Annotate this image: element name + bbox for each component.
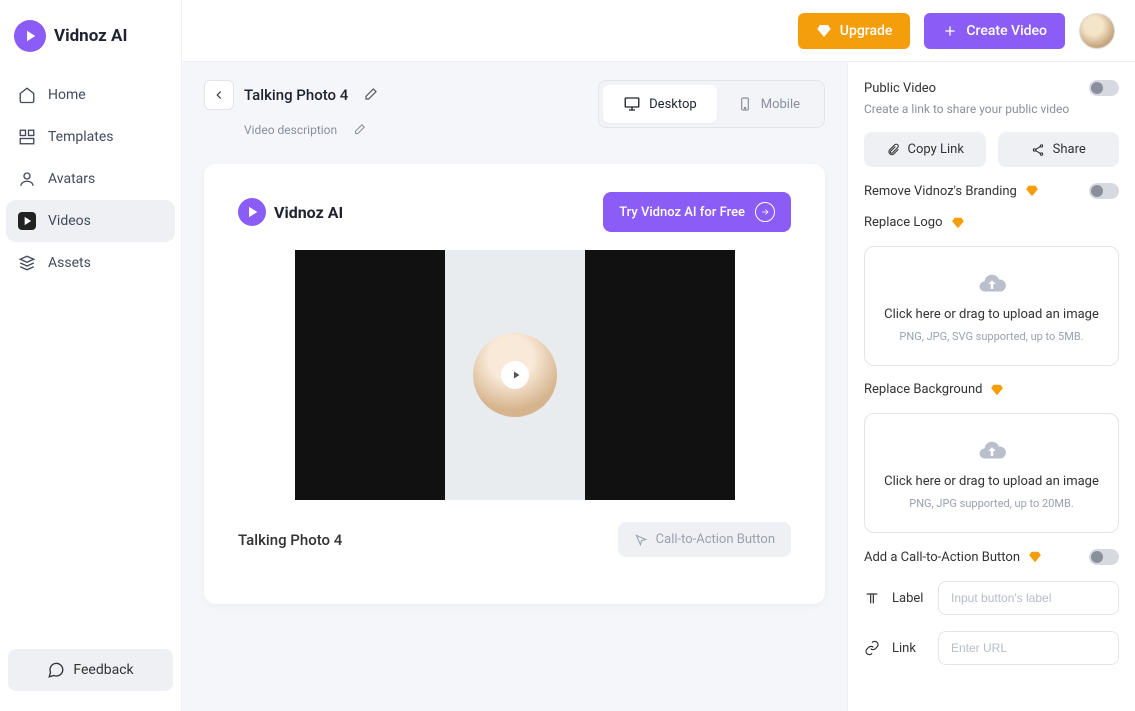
brand-logo[interactable]: Vidnoz AI	[0, 14, 181, 74]
view-mobile-tab[interactable]: Mobile	[717, 85, 820, 123]
share-button[interactable]: Share	[998, 132, 1120, 167]
nav-label: Home	[48, 87, 86, 103]
add-cta-label: Add a Call-to-Action Button	[864, 550, 1020, 565]
brand-name: Vidnoz AI	[54, 26, 127, 46]
add-cta-toggle[interactable]	[1089, 549, 1119, 565]
arrow-right-icon	[755, 202, 775, 222]
feedback-icon	[47, 661, 65, 679]
premium-gem-icon	[1025, 184, 1039, 198]
try-free-button[interactable]: Try Vidnoz AI for Free	[603, 192, 791, 232]
mobile-icon	[737, 96, 753, 112]
public-video-label: Public Video	[864, 81, 936, 96]
back-button[interactable]	[204, 80, 234, 110]
nav-videos[interactable]: Videos	[6, 200, 175, 242]
create-video-button[interactable]: Create Video	[924, 13, 1065, 49]
premium-gem-icon	[951, 216, 965, 230]
cloud-upload-icon	[972, 436, 1012, 466]
replace-logo-label: Replace Logo	[864, 215, 943, 230]
attach-icon	[886, 143, 900, 157]
try-free-label: Try Vidnoz AI for Free	[619, 205, 745, 220]
plus-icon	[942, 23, 958, 39]
edit-description-button[interactable]	[347, 118, 371, 142]
templates-icon	[18, 128, 36, 146]
text-icon	[864, 590, 880, 606]
brand-name: Vidnoz AI	[274, 203, 343, 222]
nav-avatars[interactable]: Avatars	[0, 158, 181, 200]
preview-brand: Vidnoz AI	[238, 198, 343, 226]
user-avatar[interactable]	[1079, 13, 1115, 49]
cta-button-disabled: Call-to-Action Button	[618, 522, 791, 557]
feedback-button[interactable]: Feedback	[8, 649, 173, 691]
upload-logo-text: Click here or drag to upload an image	[884, 307, 1099, 322]
cta-label-field-row: Label	[864, 581, 1119, 615]
upload-bg-sub: PNG, JPG supported, up to 20MB.	[909, 497, 1073, 510]
assets-icon	[18, 254, 36, 272]
nav-templates[interactable]: Templates	[0, 116, 181, 158]
nav-assets[interactable]: Assets	[0, 242, 181, 284]
topbar: Upgrade Create Video	[182, 0, 1135, 62]
upgrade-button[interactable]: Upgrade	[798, 13, 911, 49]
public-video-sub: Create a link to share your public video	[864, 102, 1119, 116]
upgrade-label: Upgrade	[840, 23, 893, 39]
nav-label: Assets	[48, 255, 91, 271]
upload-bg-dropzone[interactable]: Click here or drag to upload an image PN…	[864, 413, 1119, 533]
view-desktop-tab[interactable]: Desktop	[603, 85, 717, 123]
nav-label: Videos	[48, 213, 91, 229]
share-label: Share	[1053, 142, 1086, 157]
nav-label: Templates	[48, 129, 114, 145]
preview-canvas: Vidnoz AI Try Vidnoz AI for Free	[204, 164, 825, 604]
upload-logo-sub: PNG, JPG, SVG supported, up to 5MB.	[899, 330, 1083, 343]
replace-bg-label: Replace Background	[864, 382, 982, 397]
share-icon	[1031, 143, 1045, 157]
copy-link-button[interactable]: Copy Link	[864, 132, 986, 167]
home-icon	[18, 86, 36, 104]
cta-label-input[interactable]	[938, 581, 1119, 615]
edit-title-button[interactable]	[358, 83, 382, 107]
videos-icon	[18, 212, 36, 230]
copy-link-label: Copy Link	[908, 142, 964, 157]
cloud-upload-icon	[972, 269, 1012, 299]
public-video-toggle[interactable]	[1089, 80, 1119, 96]
brand-mark-icon	[238, 198, 266, 226]
video-description: Video description	[244, 123, 337, 137]
avatar-thumbnail	[473, 333, 557, 417]
remove-branding-toggle[interactable]	[1089, 183, 1119, 199]
upload-logo-dropzone[interactable]: Click here or drag to upload an image PN…	[864, 246, 1119, 366]
avatars-icon	[18, 170, 36, 188]
brand-mark-icon	[14, 20, 46, 52]
feedback-label: Feedback	[73, 662, 133, 678]
view-desktop-label: Desktop	[649, 97, 697, 112]
cta-disabled-label: Call-to-Action Button	[656, 532, 775, 547]
editor-area: Talking Photo 4 Video description	[182, 62, 847, 711]
view-mobile-label: Mobile	[761, 97, 800, 112]
video-preview[interactable]	[295, 250, 735, 500]
video-title: Talking Photo 4	[244, 86, 348, 104]
cta-link-input[interactable]	[938, 631, 1119, 665]
cta-label-label: Label	[892, 591, 926, 606]
cursor-icon	[634, 533, 648, 547]
preview-title: Talking Photo 4	[238, 531, 342, 549]
cta-link-field-row: Link	[864, 631, 1119, 665]
premium-gem-icon	[990, 383, 1004, 397]
play-icon	[501, 361, 529, 389]
upload-bg-text: Click here or drag to upload an image	[884, 474, 1099, 489]
create-label: Create Video	[966, 23, 1047, 39]
settings-panel: Public Video Create a link to share your…	[847, 62, 1135, 711]
diamond-icon	[816, 23, 832, 39]
premium-gem-icon	[1028, 550, 1042, 564]
nav-home[interactable]: Home	[0, 74, 181, 116]
cta-link-label: Link	[892, 641, 926, 656]
link-icon	[864, 640, 880, 656]
sidebar: Vidnoz AI Home Templates Avatars Videos …	[0, 0, 182, 711]
desktop-icon	[623, 95, 641, 113]
remove-branding-label: Remove Vidnoz's Branding	[864, 184, 1017, 199]
view-toggle: Desktop Mobile	[598, 80, 825, 128]
nav-label: Avatars	[48, 171, 95, 187]
